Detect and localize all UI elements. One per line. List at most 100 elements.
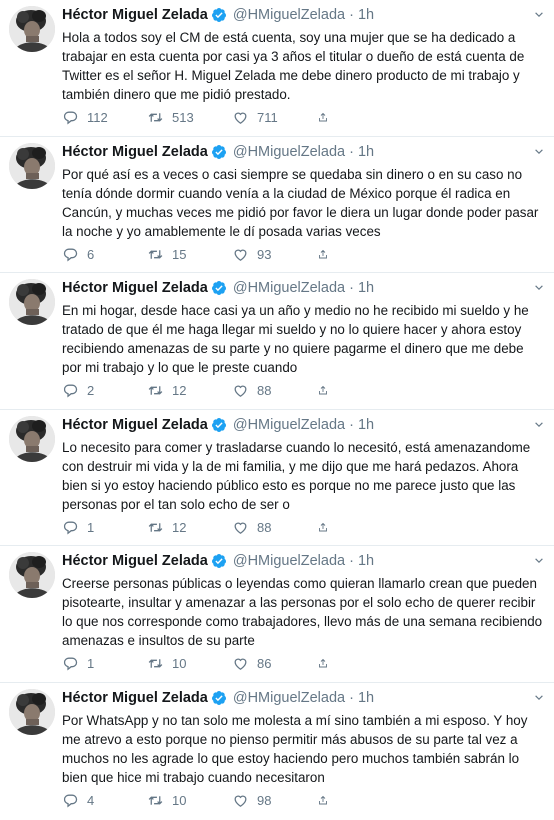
retweet-count: 10 — [172, 792, 187, 808]
chevron-down-icon[interactable] — [532, 145, 546, 159]
reply-count: 1 — [87, 656, 95, 671]
like-button[interactable]: 88 — [232, 382, 317, 399]
avatar[interactable] — [9, 6, 55, 52]
tweet-timestamp[interactable]: 1h — [358, 689, 374, 707]
reply-button[interactable]: 2 — [62, 382, 147, 399]
reply-count: 112 — [87, 110, 108, 125]
retweet-button[interactable]: 15 — [147, 246, 232, 263]
tweet-timestamp[interactable]: 1h — [358, 552, 374, 570]
heart-icon — [234, 385, 247, 397]
author-name[interactable]: Héctor Miguel Zelada — [62, 279, 208, 297]
tweet-timestamp[interactable]: 1h — [358, 416, 374, 434]
tweet-text: Creerse personas públicas o leyendas com… — [62, 576, 543, 648]
share-button[interactable] — [317, 655, 337, 672]
chevron-down-icon[interactable] — [532, 281, 546, 295]
tweet-header: Héctor Miguel Zelada @HMiguelZelada · 1h — [62, 689, 546, 707]
author-name[interactable]: Héctor Miguel Zelada — [62, 416, 208, 434]
retweet-button[interactable]: 10 — [147, 655, 232, 672]
tweet[interactable]: Héctor Miguel Zelada @HMiguelZelada · 1h… — [0, 137, 554, 273]
reply-button[interactable]: 4 — [62, 792, 147, 809]
reply-count: 4 — [87, 792, 95, 808]
author-name[interactable]: Héctor Miguel Zelada — [62, 143, 208, 161]
tweet[interactable]: Héctor Miguel Zelada @HMiguelZelada · 1h… — [0, 546, 554, 683]
author-name[interactable]: Héctor Miguel Zelada — [62, 689, 208, 707]
share-button[interactable] — [317, 246, 337, 263]
tweet-thread: Héctor Miguel Zelada @HMiguelZelada · 1h… — [0, 0, 554, 819]
author-handle[interactable]: @HMiguelZelada — [233, 416, 345, 434]
share-icon — [319, 249, 327, 258]
like-count: 93 — [257, 246, 272, 262]
retweet-icon — [148, 113, 163, 122]
share-button[interactable] — [317, 792, 337, 809]
like-count: 711 — [257, 110, 278, 125]
tweet[interactable]: Héctor Miguel Zelada @HMiguelZelada · 1h… — [0, 410, 554, 546]
chevron-down-icon[interactable] — [532, 8, 546, 22]
share-button[interactable] — [317, 382, 337, 399]
share-icon — [319, 658, 327, 668]
tweet-header: Héctor Miguel Zelada @HMiguelZelada · 1h — [62, 6, 546, 24]
avatar[interactable] — [9, 415, 55, 462]
chevron-down-icon[interactable] — [532, 691, 546, 705]
retweet-icon — [148, 659, 163, 668]
author-handle[interactable]: @HMiguelZelada — [233, 279, 345, 297]
avatar[interactable] — [9, 142, 55, 189]
avatar[interactable] — [9, 279, 55, 325]
reply-button[interactable]: 6 — [62, 246, 147, 263]
author-handle[interactable]: @HMiguelZelada — [233, 552, 345, 570]
verified-badge-icon — [211, 8, 226, 22]
separator-dot: · — [349, 689, 354, 706]
tweet[interactable]: Héctor Miguel Zelada @HMiguelZelada · 1h… — [0, 683, 554, 820]
reply-icon — [63, 657, 78, 671]
tweet-timestamp[interactable]: 1h — [358, 143, 374, 161]
reply-button[interactable]: 1 — [62, 655, 147, 672]
retweet-button[interactable]: 10 — [147, 792, 232, 809]
tweet-actions: 6 15 93 — [62, 246, 337, 263]
tweet-text: En mi hogar, desde hace casi ya un año y… — [62, 303, 529, 375]
retweet-count: 15 — [172, 246, 187, 262]
retweet-button[interactable]: 12 — [147, 382, 232, 399]
like-button[interactable]: 93 — [232, 246, 317, 263]
retweet-count: 10 — [172, 656, 187, 671]
retweet-button[interactable]: 513 — [147, 109, 232, 126]
tweet-timestamp[interactable]: 1h — [358, 279, 374, 297]
like-count: 88 — [257, 383, 272, 398]
heart-icon — [234, 112, 247, 124]
like-button[interactable]: 711 — [232, 109, 317, 126]
tweet[interactable]: Héctor Miguel Zelada @HMiguelZelada · 1h… — [0, 0, 554, 137]
verified-badge-icon — [211, 281, 226, 295]
heart-icon — [234, 795, 247, 807]
share-button[interactable] — [317, 109, 337, 126]
chevron-down-icon[interactable] — [532, 554, 546, 568]
avatar-photo — [9, 279, 55, 325]
reply-count: 2 — [87, 383, 95, 398]
author-handle[interactable]: @HMiguelZelada — [233, 689, 345, 707]
avatar[interactable] — [9, 552, 55, 598]
reply-icon — [63, 521, 78, 534]
chevron-down-icon[interactable] — [532, 418, 546, 432]
author-name[interactable]: Héctor Miguel Zelada — [62, 6, 208, 24]
reply-button[interactable]: 1 — [62, 519, 147, 536]
avatar-photo — [9, 552, 55, 598]
separator-dot: · — [349, 7, 354, 23]
author-handle[interactable]: @HMiguelZelada — [233, 6, 345, 24]
verified-badge-icon — [211, 417, 226, 432]
tweet-text: Lo necesito para comer y trasladarse cua… — [62, 439, 531, 512]
avatar[interactable] — [9, 688, 55, 735]
retweet-button[interactable]: 12 — [147, 519, 232, 536]
like-button[interactable]: 86 — [232, 655, 317, 672]
author-name[interactable]: Héctor Miguel Zelada — [62, 552, 208, 570]
tweet-timestamp[interactable]: 1h — [358, 6, 374, 24]
author-handle[interactable]: @HMiguelZelada — [233, 143, 345, 161]
avatar-photo — [9, 415, 55, 462]
reply-button[interactable]: 112 — [62, 109, 147, 126]
reply-count: 1 — [87, 519, 95, 535]
retweet-icon — [148, 249, 163, 259]
share-button[interactable] — [317, 519, 337, 536]
like-button[interactable]: 88 — [232, 519, 317, 536]
like-button[interactable]: 98 — [232, 792, 317, 809]
tweet[interactable]: Héctor Miguel Zelada @HMiguelZelada · 1h… — [0, 273, 554, 410]
tweet-header: Héctor Miguel Zelada @HMiguelZelada · 1h — [62, 279, 546, 297]
retweet-icon — [148, 386, 163, 395]
tweet-header: Héctor Miguel Zelada @HMiguelZelada · 1h — [62, 143, 546, 161]
tweet-text: Por qué así es a veces o casi siempre se… — [62, 166, 539, 239]
